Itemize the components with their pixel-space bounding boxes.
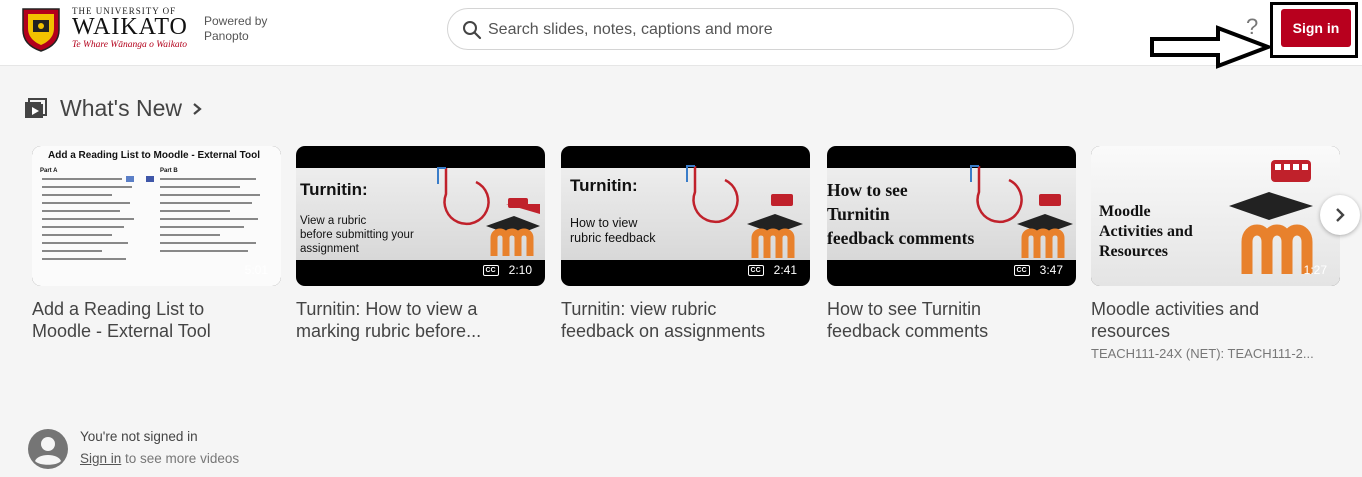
video-title-line[interactable]: How to see Turnitin: [827, 298, 1076, 320]
carousel-next-button[interactable]: [1320, 195, 1360, 235]
video-title-line[interactable]: Add a Reading List to: [32, 298, 281, 320]
slide-heading: Turnitin:: [570, 176, 638, 195]
slide-body-line: assignment: [300, 243, 359, 255]
slide-part-b: Part B: [160, 168, 178, 174]
video-title[interactable]: Turnitin: How to view a marking rubric b…: [296, 298, 545, 342]
video-title-line[interactable]: resources: [1091, 320, 1340, 342]
video-title-line[interactable]: Turnitin: How to view a: [296, 298, 545, 320]
video-duration: CC 3:47: [1013, 263, 1063, 277]
slide-body-line: Resources: [1099, 243, 1169, 260]
section-title[interactable]: What's New: [60, 95, 182, 122]
video-title-line[interactable]: Moodle - External Tool: [32, 320, 281, 342]
slide-preview: Add a Reading List to Moodle - External …: [32, 146, 281, 286]
signin-prompt: Sign in to see more videos: [80, 451, 239, 466]
signin-button[interactable]: Sign in: [1281, 9, 1351, 47]
video-title-line[interactable]: Turnitin: view rubric: [561, 298, 810, 320]
video-duration: 1:27: [1304, 263, 1327, 277]
slide-heading: Add a Reading List to Moodle - External …: [48, 150, 261, 161]
logo-maori-text: Te Whare Wānanga o Waikato: [72, 40, 188, 50]
university-crest-logo[interactable]: [20, 6, 62, 52]
logo-big-text: WAIKATO: [72, 14, 188, 40]
video-card[interactable]: Add a Reading List to Moodle - External …: [32, 146, 281, 342]
slide-preview: How to see Turnitin feedback comments: [827, 165, 1076, 260]
slide-preview: Moodle Activities and Resources: [1091, 146, 1340, 286]
video-title[interactable]: Turnitin: view rubric feedback on assign…: [561, 298, 810, 342]
moodle-logo-graphic: [686, 165, 803, 258]
chevron-right-icon[interactable]: [190, 99, 204, 119]
video-thumbnail[interactable]: Moodle Activities and Resources 1:27: [1091, 146, 1340, 286]
duration-text: 1:27: [1303, 263, 1327, 277]
video-card[interactable]: Moodle Activities and Resources 1:27 Moo…: [1091, 146, 1340, 361]
video-thumbnail[interactable]: Turnitin: View a rubric before submittin…: [296, 146, 545, 286]
not-signed-in-text: You're not signed in: [80, 429, 198, 444]
video-title-line[interactable]: Moodle activities and: [1091, 298, 1340, 320]
video-thumbnail[interactable]: How to see Turnitin feedback comments CC…: [827, 146, 1076, 286]
moodle-logo-graphic: [437, 167, 540, 256]
video-title[interactable]: How to see Turnitin feedback comments: [827, 298, 1076, 342]
slide-body-line: How to view: [570, 216, 638, 230]
signin-link[interactable]: Sign in: [80, 451, 121, 466]
search-input[interactable]: [488, 17, 1058, 43]
video-title-line[interactable]: marking rubric before...: [296, 320, 545, 342]
pointer-arrow-annotation: [1150, 25, 1272, 69]
video-folder-name[interactable]: TEACH111-24X (NET): TEACH111-2...: [1091, 346, 1340, 361]
slide-body-line: Moodle: [1099, 203, 1151, 220]
slide-body: How to view rubric feedback: [570, 216, 655, 246]
duration-text: 5:01: [244, 263, 268, 277]
closed-captions-icon: CC: [1013, 264, 1030, 276]
search-box[interactable]: [447, 8, 1074, 50]
duration-text: 3:47: [1039, 263, 1063, 277]
slide-body: Moodle Activities and Resources: [1099, 202, 1193, 262]
video-title-line[interactable]: feedback on assignments: [561, 320, 810, 342]
whats-new-heading[interactable]: What's New: [24, 95, 204, 122]
slide-text-lines: [42, 176, 260, 260]
video-title-line[interactable]: feedback comments: [827, 320, 1076, 342]
signin-prompt-rest: to see more videos: [121, 451, 240, 466]
slide-body: How to see Turnitin feedback comments: [827, 178, 974, 250]
duration-text: 2:10: [508, 263, 532, 277]
slide-body-line: Turnitin: [827, 204, 890, 224]
closed-captions-icon: CC: [482, 264, 499, 276]
slide-body: View a rubric before submitting your ass…: [300, 214, 414, 256]
slide-preview: Turnitin: View a rubric before submittin…: [296, 167, 545, 260]
slide-heading: Turnitin:: [300, 180, 368, 199]
chevron-right-icon: [1336, 208, 1345, 222]
slide-body-line: rubric feedback: [570, 231, 656, 245]
video-title[interactable]: Moodle activities and resources: [1091, 298, 1340, 342]
video-library-icon: [25, 97, 47, 118]
slide-body-line: Activities and: [1099, 223, 1193, 240]
slide-body-line: before submitting your: [300, 229, 414, 241]
powered-by-panopto: Powered by Panopto: [204, 14, 267, 44]
video-duration: 5:01: [245, 263, 268, 277]
video-duration: CC 2:41: [747, 263, 797, 277]
duration-text: 2:41: [773, 263, 797, 277]
closed-captions-icon: CC: [747, 264, 764, 276]
slide-preview: Turnitin: How to view rubric feedback: [561, 165, 810, 260]
user-avatar-icon: [28, 429, 68, 469]
video-card[interactable]: How to see Turnitin feedback comments CC…: [827, 146, 1076, 342]
video-duration: CC 2:10: [482, 263, 532, 277]
video-thumbnail[interactable]: Add a Reading List to Moodle - External …: [32, 146, 281, 286]
video-card[interactable]: Turnitin: View a rubric before submittin…: [296, 146, 545, 342]
slide-body-line: View a rubric: [300, 215, 367, 227]
slide-body-line: feedback comments: [827, 228, 975, 248]
slide-part-a: Part A: [40, 168, 58, 174]
panopto-label: Panopto: [204, 29, 249, 43]
powered-by-label: Powered by: [204, 14, 268, 28]
video-title[interactable]: Add a Reading List to Moodle - External …: [32, 298, 281, 342]
slide-body-line: How to see: [827, 180, 908, 200]
search-icon[interactable]: [462, 20, 482, 40]
moodle-logo-graphic: [970, 165, 1073, 258]
video-card[interactable]: Turnitin: How to view rubric feedback CC…: [561, 146, 810, 342]
video-thumbnail[interactable]: Turnitin: How to view rubric feedback CC…: [561, 146, 810, 286]
university-wordmark[interactable]: THE UNIVERSITY OF WAIKATO Te Whare Wānan…: [72, 6, 188, 50]
